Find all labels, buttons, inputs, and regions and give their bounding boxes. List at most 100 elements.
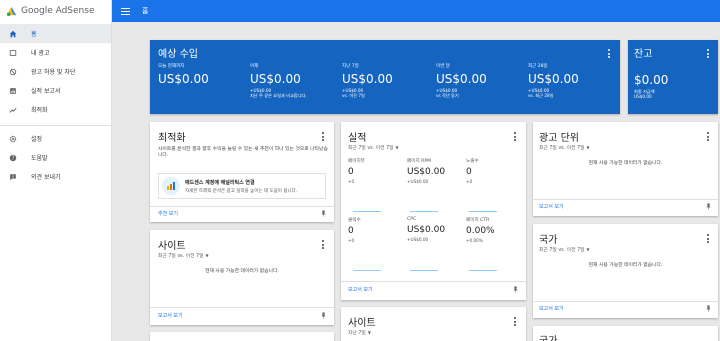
sidebar-item-settings[interactable]: 설정 [0, 129, 111, 148]
card-divider [150, 206, 334, 207]
sidebar-item-label: 실적 보고서 [31, 88, 61, 95]
additional-card [150, 332, 334, 341]
sidebar-item-optimization[interactable]: 최적화 [0, 100, 111, 119]
metric-label: 오늘 현재까지 [158, 64, 185, 69]
metric-label: 최근 28일 [528, 64, 548, 69]
metric-value: 0 [466, 167, 472, 177]
period-select-label: 최근 7일 vs. 이전 7일 [348, 146, 394, 151]
pin-icon[interactable] [512, 286, 519, 293]
more-options-icon[interactable] [707, 49, 710, 58]
optimization-title: 최적화 [158, 133, 186, 144]
period-select[interactable]: 지난 7일 ▼ [348, 329, 371, 336]
home-icon [8, 29, 18, 39]
balance-title: 잔고 [634, 49, 653, 60]
last-payment-value: US$0.00 [634, 94, 652, 100]
metric-value: 0 [348, 226, 354, 236]
period-select[interactable]: 최근 7일 vs. 이전 7일 ▼ [539, 144, 590, 151]
card-divider [533, 301, 718, 302]
pin-icon[interactable] [705, 305, 712, 312]
metric-value: US$0.00 [407, 167, 446, 177]
countries-card: 국가 최근 7일 vs. 이전 7일 ▼ 현재 사용 가능한 데이터가 없습니다.… [533, 224, 718, 318]
sidebar-item-reports[interactable]: 실적 보고서 [0, 81, 111, 100]
feedback-icon [8, 172, 18, 182]
metric-change: +0.00% [466, 238, 483, 243]
pin-icon[interactable] [320, 210, 327, 217]
sites-card: 사이트 최근 7일 vs. 이전 7일 ▼ 현재 사용 가능한 데이터가 없습니다… [150, 230, 334, 325]
logo[interactable]: Google AdSense [0, 0, 111, 22]
metric-compare: vs 작년 동기 [436, 92, 459, 98]
view-report-link[interactable]: 보고서 보기 [539, 203, 564, 210]
metric-label: CPC [407, 217, 417, 222]
metric-page-ctr: 페이지 CTR 0.00% +0.00% [466, 217, 495, 243]
metric-last-28-days: 최근 28일 US$0.00 +US$0.00 vs. 최근 28일 [528, 64, 579, 98]
sidebar-item-label: 최적화 [31, 107, 48, 114]
menu-icon[interactable] [121, 7, 130, 15]
metric-value: US$0.00 [250, 71, 301, 86]
optimization-description: 사이트를 분석한 결과 향후 수익을 늘릴 수 있는 새 추천이 하나 있는 것… [158, 147, 328, 159]
metric-compare: 지난 주 같은 요일과 비교합니다. [250, 92, 307, 98]
period-select-label: 지난 7일 [348, 331, 366, 336]
performance-card: 실적 최근 7일 vs. 이전 7일 ▼ 페이지뷰 0 +0 페이지 RPM US… [341, 122, 526, 300]
balance-value: $0.00 [634, 73, 669, 87]
metric-label: 페이지뷰 [348, 159, 365, 164]
sites-title: 사이트 [348, 318, 376, 329]
sidebar-item-my-ads[interactable]: 내 광고 [0, 43, 111, 62]
view-report-link[interactable]: 보고서 보기 [348, 286, 373, 293]
countries-title: 국가 [539, 235, 558, 246]
sidebar-item-home[interactable]: 홈 [0, 24, 111, 43]
period-select-label: 최근 7일 vs. 이전 7일 [158, 254, 204, 259]
more-options-icon[interactable] [707, 234, 710, 243]
ads-icon [8, 48, 18, 58]
metric-page-rpm: 페이지 RPM US$0.00 +US$0.00 [407, 158, 445, 184]
more-options-icon[interactable] [322, 132, 325, 141]
period-select-label: 최근 7일 vs. 이전 7일 [539, 146, 585, 151]
period-select-label: 최근 7일 vs. 이전 7일 [539, 248, 585, 253]
card-divider [533, 199, 718, 200]
adsense-app: Google AdSense 홈 내 광고 광고 허용 및 차단 실적 보고서 [0, 0, 720, 341]
more-options-icon[interactable] [514, 132, 517, 141]
metric-value: US$0.00 [436, 71, 487, 86]
period-select[interactable]: 최근 7일 vs. 이전 7일 ▼ [539, 246, 590, 253]
card-divider [150, 307, 334, 308]
period-select[interactable]: 최근 7일 vs. 이전 7일 ▼ [348, 144, 399, 151]
period-select[interactable]: 최근 7일 vs. 이전 7일 ▼ [158, 252, 209, 259]
metric-value: US$0.00 [528, 71, 579, 86]
metric-this-month: 이번 달 US$0.00 +US$0.00 vs 작년 동기 [436, 64, 487, 98]
sidebar-item-feedback[interactable]: 의견 보내기 [0, 167, 111, 186]
no-data-message: 현재 사용 가능한 데이터가 없습니다. [588, 263, 663, 268]
recommendation-box[interactable]: 애드센스 계정에 애널리틱스 연결 자세한 트래픽 분석은 광고 실적을 높이는… [158, 173, 326, 199]
no-data-message: 현재 사용 가능한 데이터가 없습니다. [588, 161, 663, 166]
sidebar: Google AdSense 홈 내 광고 광고 허용 및 차단 실적 보고서 [0, 0, 112, 341]
countries-card-2: 국가 [533, 326, 718, 341]
metric-today: 오늘 현재까지 US$0.00 [158, 64, 209, 88]
sidebar-item-blocking[interactable]: 광고 허용 및 차단 [0, 62, 111, 81]
sidebar-item-label: 홈 [31, 31, 37, 38]
no-data-message: 현재 사용 가능한 데이터가 없습니다. [205, 269, 279, 274]
card-divider [341, 281, 526, 282]
metric-value: US$0.00 [407, 225, 446, 235]
more-options-icon[interactable] [707, 132, 710, 141]
metric-label: 지난 7일 [342, 64, 359, 69]
metric-change: +US$0.00 [407, 237, 429, 242]
more-options-icon[interactable] [322, 240, 325, 249]
metric-impressions: 노출수 0 +0 [466, 158, 479, 184]
view-report-link[interactable]: 보고서 보기 [539, 305, 564, 312]
sites-card-2: 사이트 지난 7일 ▼ [341, 307, 526, 341]
chevron-down-icon: ▼ [205, 253, 209, 258]
estimated-earnings-title: 예상 수입 [158, 49, 198, 60]
sparkline [353, 270, 381, 271]
view-report-link[interactable]: 보고서 보기 [158, 312, 183, 319]
sidebar-item-help[interactable]: ? 도움말 [0, 148, 111, 167]
metric-label: 어제 [250, 64, 259, 69]
sparkline [469, 211, 497, 212]
sparkline [353, 211, 381, 212]
more-options-icon[interactable] [608, 49, 611, 58]
sidebar-item-label: 내 광고 [31, 50, 50, 57]
gear-icon [8, 134, 18, 144]
pin-icon[interactable] [705, 203, 712, 210]
pin-icon[interactable] [320, 312, 327, 319]
logo-text: Google AdSense [21, 6, 95, 16]
more-options-icon[interactable] [514, 317, 517, 326]
metric-label: 이번 달 [436, 64, 450, 69]
view-recommendations-link[interactable]: 추천 보기 [158, 210, 178, 217]
